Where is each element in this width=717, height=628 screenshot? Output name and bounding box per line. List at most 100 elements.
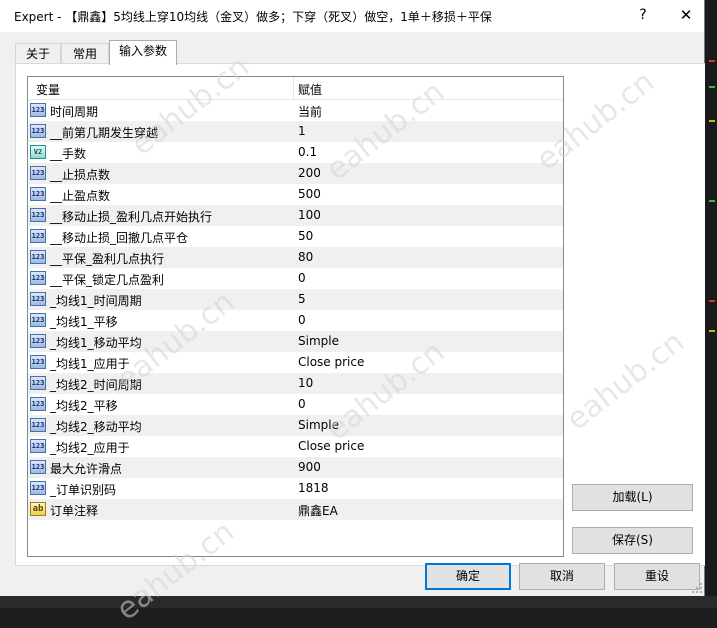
variable-value[interactable]: 0 bbox=[298, 313, 306, 327]
table-row[interactable]: V2 __手数 0.1 bbox=[28, 142, 563, 163]
int-icon: 123 bbox=[30, 124, 46, 138]
table-row[interactable]: 123 __平保_锁定几点盈利 0 bbox=[28, 268, 563, 289]
table-row[interactable]: 123 _均线2_移动平均 Simple bbox=[28, 415, 563, 436]
variable-value[interactable]: 0.1 bbox=[298, 145, 317, 159]
int-icon: 123 bbox=[30, 313, 46, 327]
variable-name: __平保_盈利几点执行 bbox=[50, 252, 165, 266]
variable-value[interactable]: Close price bbox=[298, 355, 364, 369]
variable-name: _均线1_时间周期 bbox=[50, 294, 142, 308]
variable-value[interactable]: 1 bbox=[298, 124, 306, 138]
save-button[interactable]: 保存(S) bbox=[572, 527, 693, 554]
chart-mark bbox=[709, 120, 715, 122]
variable-name: __前第几期发生穿越 bbox=[50, 126, 159, 140]
string-icon: ab bbox=[30, 502, 46, 516]
variable-value[interactable]: 80 bbox=[298, 250, 313, 264]
variable-value[interactable]: Close price bbox=[298, 439, 364, 453]
variable-value[interactable]: 500 bbox=[298, 187, 321, 201]
window-title: Expert - 【鼎鑫】5均线上穿10均线（金叉）做多；下穿（死叉）做空，1单… bbox=[14, 10, 492, 24]
tab-common[interactable]: 常用 bbox=[61, 43, 109, 64]
table-row[interactable]: 123 _均线1_时间周期 5 bbox=[28, 289, 563, 310]
column-header-variable[interactable]: 变量 bbox=[36, 81, 60, 98]
variable-name: _均线1_应用于 bbox=[50, 357, 130, 371]
variable-name: __移动止损_回撤几点平仓 bbox=[50, 231, 189, 245]
variable-name: 时间周期 bbox=[50, 105, 99, 119]
int-icon: 123 bbox=[30, 229, 46, 243]
variable-value[interactable]: 900 bbox=[298, 460, 321, 474]
resize-grip[interactable] bbox=[692, 583, 702, 593]
int-icon: 123 bbox=[30, 271, 46, 285]
int-icon: 123 bbox=[30, 439, 46, 453]
help-button[interactable]: ? bbox=[631, 4, 655, 26]
load-button[interactable]: 加载(L) bbox=[572, 484, 693, 511]
variable-name: _均线2_应用于 bbox=[50, 441, 130, 455]
chart-mark bbox=[709, 86, 715, 88]
table-row[interactable]: 123 __移动止损_回撤几点平仓 50 bbox=[28, 226, 563, 247]
table-row[interactable]: ab 订单注释 鼎鑫EA bbox=[28, 499, 563, 520]
variable-name: _均线2_移动平均 bbox=[50, 420, 142, 434]
variable-value[interactable]: Simple bbox=[298, 334, 339, 348]
int-icon: 123 bbox=[30, 418, 46, 432]
variable-value[interactable]: 1818 bbox=[298, 481, 329, 495]
int-icon: 123 bbox=[30, 397, 46, 411]
variable-value[interactable]: 鼎鑫EA bbox=[298, 502, 338, 519]
variable-name: _均线2_平移 bbox=[50, 399, 118, 413]
int-icon: 123 bbox=[30, 334, 46, 348]
variable-name: __止损点数 bbox=[50, 168, 111, 182]
table-row[interactable]: 123 _均线1_移动平均 Simple bbox=[28, 331, 563, 352]
column-header-value[interactable]: 赋值 bbox=[298, 81, 322, 98]
variable-value[interactable]: 10 bbox=[298, 376, 313, 390]
title-bar[interactable]: Expert - 【鼎鑫】5均线上穿10均线（金叉）做多；下穿（死叉）做空，1单… bbox=[0, 0, 704, 32]
variable-value[interactable]: 50 bbox=[298, 229, 313, 243]
variable-value[interactable]: 200 bbox=[298, 166, 321, 180]
double-icon: V2 bbox=[30, 145, 46, 159]
variable-value[interactable]: 当前 bbox=[298, 103, 322, 120]
table-row[interactable]: 123 最大允许滑点 900 bbox=[28, 457, 563, 478]
table-row[interactable]: 123 __移动止损_盈利几点开始执行 100 bbox=[28, 205, 563, 226]
chart-background-strip bbox=[705, 0, 717, 608]
variable-name: __手数 bbox=[50, 147, 87, 161]
chart-background-bottom bbox=[0, 596, 717, 608]
variable-name: __止盈点数 bbox=[50, 189, 111, 203]
table-row[interactable]: 123 _均线2_时间周期 10 bbox=[28, 373, 563, 394]
table-row[interactable]: 123 _均线1_平移 0 bbox=[28, 310, 563, 331]
int-icon: 123 bbox=[30, 376, 46, 390]
int-icon: 123 bbox=[30, 187, 46, 201]
chart-mark bbox=[709, 330, 715, 332]
expert-properties-dialog: Expert - 【鼎鑫】5均线上穿10均线（金叉）做多；下穿（死叉）做空，1单… bbox=[0, 0, 705, 628]
variable-name: __平保_锁定几点盈利 bbox=[50, 273, 165, 287]
ok-button[interactable]: 确定 bbox=[425, 563, 511, 590]
variable-value[interactable]: 5 bbox=[298, 292, 306, 306]
int-icon: 123 bbox=[30, 292, 46, 306]
variable-name: _订单识别码 bbox=[50, 483, 117, 497]
column-separator[interactable] bbox=[293, 77, 294, 99]
int-icon: 123 bbox=[30, 208, 46, 222]
table-row[interactable]: 123 __平保_盈利几点执行 80 bbox=[28, 247, 563, 268]
int-icon: 123 bbox=[30, 481, 46, 495]
reset-button[interactable]: 重设 bbox=[614, 563, 700, 590]
table-row[interactable]: 123 _均线2_应用于 Close price bbox=[28, 436, 563, 457]
close-button[interactable]: ✕ bbox=[672, 4, 700, 26]
tab-about[interactable]: 关于 bbox=[15, 43, 61, 64]
table-row[interactable]: 123 _均线1_应用于 Close price bbox=[28, 352, 563, 373]
table-row[interactable]: 123 __止盈点数 500 bbox=[28, 184, 563, 205]
table-row[interactable]: 123 _订单识别码 1818 bbox=[28, 478, 563, 499]
variable-value[interactable]: 0 bbox=[298, 397, 306, 411]
variable-name: _均线1_移动平均 bbox=[50, 336, 142, 350]
int-icon: 123 bbox=[30, 355, 46, 369]
table-row[interactable]: 123 __前第几期发生穿越 1 bbox=[28, 121, 563, 142]
tab-inputs[interactable]: 输入参数 bbox=[109, 40, 177, 65]
table-row[interactable]: 123 时间周期 当前 bbox=[28, 100, 563, 121]
int-icon: 123 bbox=[30, 166, 46, 180]
variable-value[interactable]: 0 bbox=[298, 271, 306, 285]
table-row[interactable]: 123 __止损点数 200 bbox=[28, 163, 563, 184]
variable-name: 订单注释 bbox=[50, 504, 99, 518]
cancel-button[interactable]: 取消 bbox=[519, 563, 605, 590]
chart-mark bbox=[709, 200, 715, 202]
table-row[interactable]: 123 _均线2_平移 0 bbox=[28, 394, 563, 415]
variable-value[interactable]: 100 bbox=[298, 208, 321, 222]
chart-mark bbox=[709, 300, 715, 302]
variable-value[interactable]: Simple bbox=[298, 418, 339, 432]
variable-name: _均线1_平移 bbox=[50, 315, 118, 329]
parameters-table: 变量 赋值 123 时间周期 当前 123 __前第几期发生穿越 1 V2 __手数 0.1 12… bbox=[27, 76, 564, 557]
variable-name: __移动止损_盈利几点开始执行 bbox=[50, 210, 213, 224]
